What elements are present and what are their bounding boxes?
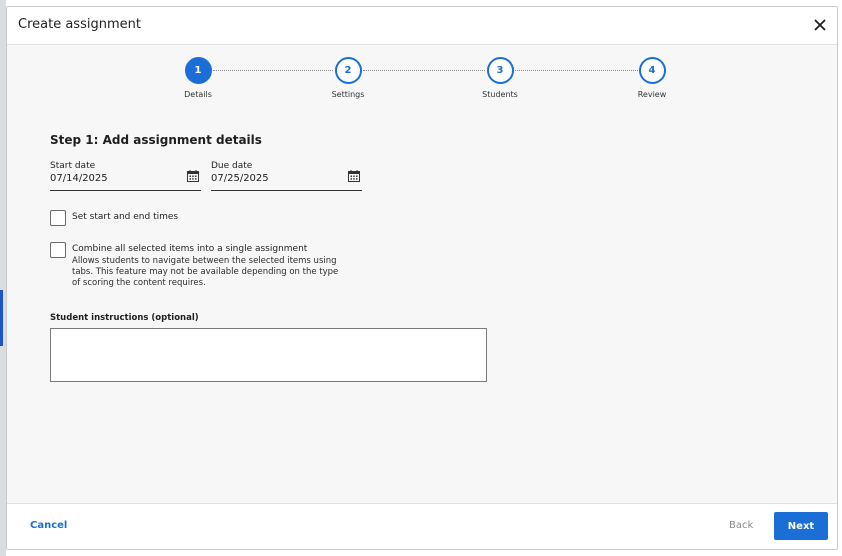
combine-option[interactable]: Combine all selected items into a single…	[50, 242, 342, 289]
progress-stepper: 1 Details 2 Settings 3 Students 4 Review	[7, 49, 837, 105]
step-label: Details	[184, 90, 212, 99]
assignment-details-form: Step 1: Add assignment details Start dat…	[50, 133, 487, 382]
combine-label: Combine all selected items into a single…	[72, 244, 308, 254]
back-button[interactable]: Back	[729, 520, 753, 531]
step-settings[interactable]: 2 Settings	[308, 57, 388, 99]
set-times-option[interactable]: Set start and end times	[50, 210, 178, 226]
close-icon	[814, 19, 826, 31]
next-button[interactable]: Next	[774, 512, 828, 540]
create-assignment-dialog: Create assignment 1 Details 2 Settings 3…	[6, 6, 838, 550]
instructions-label: Student instructions (optional)	[50, 313, 199, 323]
calendar-icon[interactable]	[348, 170, 360, 182]
background-accent	[0, 290, 3, 346]
dialog-header: Create assignment	[7, 7, 837, 45]
cancel-button[interactable]: Cancel	[30, 520, 67, 531]
due-date-value[interactable]: 07/25/2025	[211, 173, 362, 184]
calendar-icon[interactable]	[187, 170, 199, 182]
step-review[interactable]: 4 Review	[612, 57, 692, 99]
step-number-circle: 3	[486, 57, 514, 84]
step-label: Students	[482, 90, 518, 99]
step-number-circle: 1	[184, 57, 212, 84]
combine-help-text: Allows students to navigate between the …	[72, 256, 339, 288]
due-date-label: Due date	[211, 161, 253, 171]
start-date-value[interactable]: 07/14/2025	[50, 173, 201, 184]
set-times-label: Set start and end times	[72, 212, 179, 222]
step-label: Settings	[331, 90, 365, 99]
step-label: Review	[637, 90, 667, 99]
step-details[interactable]: 1 Details	[158, 57, 238, 99]
instructions-textarea[interactable]	[50, 328, 487, 382]
close-button[interactable]	[809, 14, 831, 36]
start-date-field[interactable]: Start date 07/14/2025	[50, 161, 201, 191]
due-date-field[interactable]: Due date 07/25/2025	[211, 161, 362, 191]
set-times-checkbox[interactable]	[50, 210, 66, 226]
step-number-circle: 2	[334, 57, 362, 84]
start-date-label: Start date	[50, 161, 96, 171]
combine-checkbox[interactable]	[50, 242, 66, 258]
section-title: Step 1: Add assignment details	[50, 133, 262, 147]
dialog-footer: Cancel Back Next	[7, 503, 837, 549]
step-students[interactable]: 3 Students	[460, 57, 540, 99]
dialog-title: Create assignment	[18, 17, 141, 32]
combine-text: Combine all selected items into a single…	[72, 242, 342, 289]
step-number-circle: 4	[638, 57, 666, 84]
